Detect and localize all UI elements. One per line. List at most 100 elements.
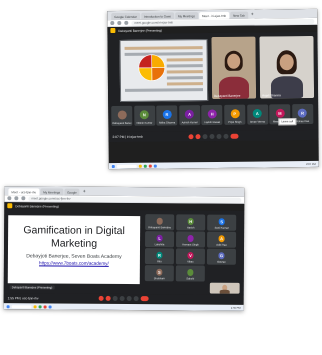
avatar-photo xyxy=(117,110,127,120)
camera-tile-right[interactable]: Anjali Sharma xyxy=(259,35,315,99)
participant-tile[interactable]: A Aditi Rao xyxy=(207,231,237,248)
participant-tile[interactable]: S Sunil Kumar xyxy=(207,214,237,231)
slide-title-line-2: Marketing xyxy=(50,237,98,250)
slide-link[interactable]: https://www.7boats.com/academy/ xyxy=(8,260,140,266)
end-call-button[interactable] xyxy=(140,296,149,302)
reload-icon[interactable] xyxy=(124,20,129,25)
slide-author: Debayjoti Banerjee, Seven Boats Academy xyxy=(26,253,122,260)
participant-tile[interactable]: R Ritika Sharma xyxy=(156,105,178,126)
meeting-stage: Gamification in Digital Marketing Debayj… xyxy=(3,209,245,295)
meeting-time: 2:07 PM | iri-ejax-tmb xyxy=(112,134,143,140)
tooltip: Leave call xyxy=(278,118,297,126)
reload-icon[interactable] xyxy=(21,196,26,201)
pie-slice xyxy=(138,67,153,81)
app-icon[interactable] xyxy=(148,164,152,168)
present-icon[interactable] xyxy=(126,296,132,302)
taskbar-search[interactable] xyxy=(11,304,32,308)
browser-tab-active[interactable]: Meet - iri-ejax-tmb xyxy=(198,11,230,20)
taskbar-search[interactable] xyxy=(116,164,137,168)
presenting-label: Debayanti Banerjee (Presenting) xyxy=(9,285,55,290)
browser-tab-active[interactable]: Meet - ucc-fjnn-ihv xyxy=(8,188,40,196)
raise-hand-icon[interactable] xyxy=(209,133,215,139)
chrome-icon[interactable] xyxy=(38,304,42,308)
os-taskbar: 1:55 PM xyxy=(3,303,244,311)
folder-icon[interactable] xyxy=(138,164,142,168)
avatar-initial: A xyxy=(185,109,195,119)
new-tab-icon[interactable]: + xyxy=(249,12,256,19)
participant-name: Sakshi xyxy=(186,276,195,280)
participant-tile[interactable]: A Ashish Kumar xyxy=(178,105,201,126)
participant-name: Ritu xyxy=(157,259,162,263)
browser-tab[interactable]: My Meetings xyxy=(40,188,64,196)
meeting-controls: 2:07 PM | iri-ejax-tmb xyxy=(108,129,319,143)
meeting-stage: Debayanti Banerjee Anjali Sharma Debayan… xyxy=(107,31,319,133)
participant-tile[interactable]: S Shubham xyxy=(144,265,174,281)
more-options-icon[interactable] xyxy=(133,296,139,302)
forward-icon[interactable] xyxy=(14,196,19,201)
browser-tab[interactable]: New Tab xyxy=(230,11,248,19)
mic-off-icon[interactable] xyxy=(98,295,104,301)
mic-off-icon[interactable] xyxy=(188,133,194,139)
participant-tile[interactable]: Debayanti Banerjee xyxy=(145,214,175,230)
back-icon[interactable] xyxy=(110,21,115,26)
browser-tab[interactable]: Introduction to Gami xyxy=(140,12,174,20)
sheet-row xyxy=(166,70,203,74)
participant-name: Gaurav xyxy=(217,260,226,264)
captions-icon[interactable] xyxy=(112,295,118,301)
browser-tab[interactable]: Google xyxy=(64,188,80,196)
browser-tab[interactable]: My Meetings xyxy=(174,12,198,20)
start-icon[interactable] xyxy=(111,164,115,168)
avatar-initial: L xyxy=(156,234,164,242)
presenting-info: Debayanti Banerjee (Presenting) xyxy=(15,203,59,209)
participant-tile[interactable]: H Harish Rawat xyxy=(201,104,223,126)
camera-off-icon[interactable] xyxy=(195,133,201,139)
camera-tile-left[interactable]: Debayanti Banerjee xyxy=(211,36,257,100)
app-icon[interactable] xyxy=(43,304,47,308)
camera-off-icon[interactable] xyxy=(105,295,111,301)
url-field[interactable]: meet.google.com/ucc-fjnn-ihv xyxy=(28,195,242,203)
end-call-button[interactable] xyxy=(230,133,239,139)
start-icon[interactable] xyxy=(6,304,10,308)
captions-icon[interactable] xyxy=(202,133,208,139)
chrome-icon[interactable] xyxy=(143,164,147,168)
participant-tile[interactable]: Debayanti Banerjee xyxy=(111,105,133,127)
avatar-photo xyxy=(156,217,164,225)
avatar-photo xyxy=(186,268,194,276)
avatar-initial: P xyxy=(230,109,240,119)
folder-icon[interactable] xyxy=(33,304,37,308)
more-options-icon[interactable] xyxy=(223,133,229,139)
participant-tile[interactable]: Hemant Singh xyxy=(176,231,206,248)
taskbar-clock: 1:55 PM xyxy=(230,306,241,310)
present-icon[interactable] xyxy=(216,133,222,139)
participant-tile[interactable]: P Priya Singh xyxy=(224,104,246,125)
avatar-photo xyxy=(187,234,195,242)
raise-hand-icon[interactable] xyxy=(119,295,125,302)
sheet-row xyxy=(166,58,203,62)
participant-tile[interactable]: L Lakshita xyxy=(145,231,175,247)
participant-name: Debayanti Banerjee xyxy=(112,121,132,126)
meeting-controls: 1:55 PM | ucc-fjnn-ihv xyxy=(3,293,244,304)
participant-name: Aman Verma xyxy=(249,120,265,124)
participant-tile[interactable]: Sakshi xyxy=(175,265,205,282)
app-icon[interactable] xyxy=(153,164,157,168)
participant-tile[interactable]: G Gaurav xyxy=(206,248,237,265)
avatar-initial: A xyxy=(252,108,262,119)
browser-tab[interactable]: Google Calendar xyxy=(111,12,140,21)
participant-name: Aditi Rao xyxy=(216,243,227,247)
participant-tile[interactable]: N Nitesh Kumar xyxy=(133,105,155,126)
participant-tile[interactable]: R Ritu xyxy=(144,248,175,264)
participant-tile[interactable]: A Aman Verma xyxy=(246,104,268,125)
self-view[interactable] xyxy=(209,282,240,294)
sheet-row xyxy=(166,76,203,80)
participant-tile[interactable]: H Harish xyxy=(176,214,206,231)
new-tab-icon[interactable]: + xyxy=(81,189,88,196)
app-icon[interactable] xyxy=(48,304,52,308)
participant-name: Vikas xyxy=(187,259,194,263)
forward-icon[interactable] xyxy=(117,20,122,25)
avatar-initial: S xyxy=(155,268,163,276)
presenting-info: Debayanti Banerjee (Presenting) xyxy=(118,28,162,33)
avatar-initial: R xyxy=(155,251,163,259)
avatar-initial: N xyxy=(139,110,149,120)
participant-tile[interactable]: V Vikas xyxy=(175,248,206,265)
back-icon[interactable] xyxy=(7,196,12,201)
